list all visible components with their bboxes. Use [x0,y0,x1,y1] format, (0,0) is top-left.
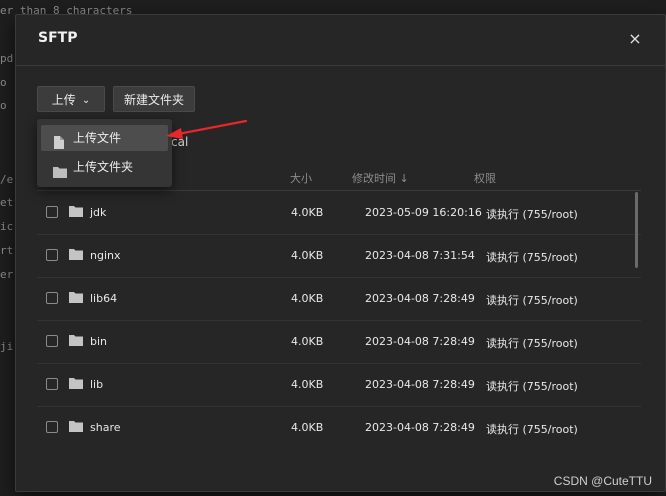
table-row[interactable]: share 4.0KB 2023-04-08 7:28:49 读执行 (755/… [37,406,641,449]
folder-icon [69,335,83,349]
file-size: 4.0KB [291,249,324,262]
terminal-line: ji [0,340,14,353]
terminal-line: o [0,99,7,112]
row-checkbox[interactable] [46,335,58,347]
file-name: share [90,421,121,434]
table-row[interactable]: lib 4.0KB 2023-04-08 7:28:49 读执行 (755/ro… [37,363,641,407]
menu-item-upload-folder[interactable]: 上传文件夹 [41,154,168,180]
folder-icon [53,161,67,187]
file-mtime: 2023-04-08 7:28:49 [365,292,475,305]
file-permissions: 读执行 (755/root) [486,208,578,221]
menu-item-upload-file[interactable]: 上传文件 [41,125,168,151]
folder-icon [69,292,83,306]
menu-item-label: 上传文件 [73,131,122,145]
file-name: bin [90,335,108,348]
close-button[interactable]: × [627,31,643,47]
file-permissions: 读执行 (755/root) [486,423,578,436]
folder-icon [69,206,83,220]
file-name: lib [90,378,104,391]
dialog-title: SFTP [38,30,78,46]
file-mtime: 2023-04-08 7:28:49 [365,421,475,434]
row-checkbox[interactable] [46,292,58,304]
file-mtime: 2023-05-09 16:20:16 [365,206,482,219]
row-checkbox[interactable] [46,206,58,218]
column-header-size[interactable]: 大小 [290,170,312,186]
terminal-line: /e [0,173,14,186]
dialog-header: SFTP × [16,15,665,66]
file-name: jdk [90,206,107,219]
terminal-line: o [0,76,7,89]
upload-button[interactable]: 上传 ⌄ [37,86,105,112]
file-mtime: 2023-04-08 7:28:49 [365,378,475,391]
upload-dropdown-menu: 上传文件 上传文件夹 [37,119,172,187]
terminal-line: ic [0,220,14,233]
file-size: 4.0KB [291,421,324,434]
file-size: 4.0KB [291,292,324,305]
folder-icon [69,249,83,263]
file-permissions: 读执行 (755/root) [486,251,578,264]
folder-icon [69,378,83,392]
file-size: 4.0KB [291,378,324,391]
table-row[interactable]: bin 4.0KB 2023-04-08 7:28:49 读执行 (755/ro… [37,320,641,364]
file-permissions: 读执行 (755/root) [486,294,578,307]
current-path: cal [171,135,189,149]
scrollbar-thumb[interactable] [635,192,638,268]
row-checkbox[interactable] [46,378,58,390]
new-folder-button[interactable]: 新建文件夹 [113,86,195,112]
file-name: lib64 [90,292,118,305]
folder-icon [69,421,83,435]
menu-item-label: 上传文件夹 [73,160,134,174]
terminal-line: et [0,196,14,209]
table-row[interactable]: jdk 4.0KB 2023-05-09 16:20:16 读执行 (755/r… [37,191,641,235]
file-mtime: 2023-04-08 7:28:49 [365,335,475,348]
upload-button-label: 上传 [51,93,76,107]
file-mtime: 2023-04-08 7:31:54 [365,249,475,262]
sftp-dialog: SFTP × 上传 ⌄ 新建文件夹 cal 上传文件 上传文件夹 大小 修改时间 … [15,14,666,492]
watermark: CSDN @CuteTTU [553,474,652,488]
file-size: 4.0KB [291,206,324,219]
row-checkbox[interactable] [46,421,58,433]
file-name: nginx [90,249,121,262]
table-row[interactable]: lib64 4.0KB 2023-04-08 7:28:49 读执行 (755/… [37,277,641,321]
file-size: 4.0KB [291,335,324,348]
row-checkbox[interactable] [46,249,58,261]
terminal-line: er [0,268,14,281]
table-row[interactable]: nginx 4.0KB 2023-04-08 7:31:54 读执行 (755/… [37,234,641,278]
column-header-mtime[interactable]: 修改时间 ↓ [352,170,409,186]
column-header-permissions[interactable]: 权限 [474,170,496,186]
chevron-down-icon: ⌄ [81,95,91,106]
terminal-line: pd [0,52,14,65]
terminal-line: rt [0,244,14,257]
file-permissions: 读执行 (755/root) [486,380,578,393]
file-permissions: 读执行 (755/root) [486,337,578,350]
